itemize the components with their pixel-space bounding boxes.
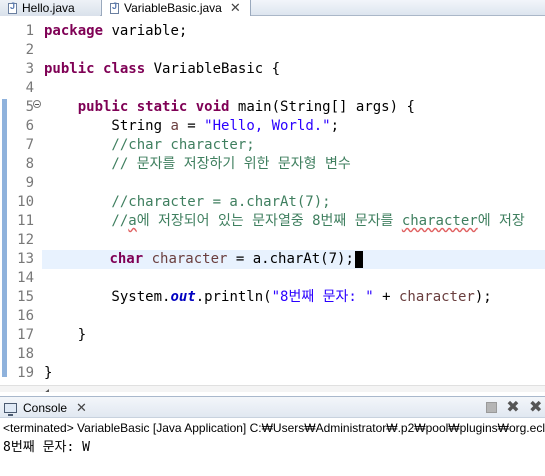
line-number: 11 (17, 213, 34, 229)
console-icon (4, 402, 17, 416)
console-status-line: <terminated> VariableBasic [Java Applica… (3, 421, 545, 435)
code-line: public static void main(String[] args) { (44, 98, 415, 117)
code-text: = a.charAt(7); (227, 251, 354, 267)
console-output[interactable]: 8번째 문자: W (0, 438, 545, 458)
line-number: 1 (25, 23, 34, 39)
variable: a (170, 118, 179, 134)
line-number: 18 (17, 346, 34, 362)
code-text: main(String[] args) { (229, 99, 415, 115)
console-tab-bar: Console ✕ ✖ ✖ (0, 396, 545, 418)
keyword: static (136, 99, 188, 115)
close-icon[interactable]: ✕ (76, 400, 87, 416)
code-area[interactable]: package variable; public class VariableB… (42, 17, 545, 392)
line-number: 4 (25, 80, 34, 96)
string-literal: "Hello, World." (204, 118, 331, 134)
line-number: 12 (17, 232, 34, 248)
line-number: 13 (17, 251, 34, 267)
console-tab-label: Console (23, 400, 68, 415)
keyword: package (44, 23, 104, 39)
tab-console[interactable]: Console ✕ (0, 397, 87, 418)
code-editor[interactable]: 1 2 3 4 5 6 7 8 9 10 11 12 13 14 15 16 1… (0, 17, 545, 392)
java-file-icon (8, 1, 17, 14)
current-line-highlight: char character = a.charAt(7); (42, 250, 545, 269)
line-number: 10 (17, 194, 34, 210)
keyword: class (103, 61, 146, 77)
code-text: = (178, 118, 205, 134)
editor-tab-bar: Hello.java VariableBasic.java ✕ (0, 0, 545, 16)
code-text: + (373, 289, 399, 305)
line-number: 14 (17, 270, 34, 286)
keyword: void (195, 99, 230, 115)
line-number: 9 (25, 175, 34, 191)
line-number: 7 (25, 137, 34, 153)
line-number: 15 (17, 289, 34, 305)
line-number: 8 (25, 156, 34, 172)
remove-all-terminated-button[interactable]: ✖ (529, 399, 543, 415)
comment-text: 에 저장되어 있는 문자열중 8번째 문자를 (136, 213, 402, 229)
code-text: VariableBasic { (145, 61, 281, 77)
line-number: 5 (25, 99, 34, 115)
change-marker (2, 99, 7, 377)
code-text: .println( (195, 289, 272, 305)
line-number: 16 (17, 308, 34, 324)
code-line: public class VariableBasic { (44, 60, 280, 79)
line-number: 3 (25, 61, 34, 77)
tab-label: Hello.java (22, 1, 75, 15)
keyword: public (44, 61, 95, 77)
comment-line: //a에 저장되어 있는 문자열중 8번째 문자를 character에 저장 (44, 212, 525, 231)
string-literal: "8번째 문자: " (271, 289, 374, 305)
code-line: package variable; (44, 22, 187, 41)
scroll-left-icon[interactable] (44, 389, 49, 392)
tab-label: VariableBasic.java (124, 1, 222, 15)
static-field: out (170, 289, 196, 305)
line-number: 17 (17, 327, 34, 343)
comment-text: 에 저장 (477, 213, 525, 229)
comment-line: //character = a.charAt(7); (44, 194, 331, 210)
variable: character (398, 289, 475, 305)
terminate-button[interactable] (486, 402, 497, 413)
java-file-icon (110, 1, 119, 14)
line-number: 2 (25, 42, 34, 58)
horizontal-scrollbar[interactable] (0, 385, 545, 392)
code-line: System.out.println("8번째 문자: " + characte… (44, 288, 492, 307)
spelling-flag: character (401, 213, 478, 229)
comment-line: // 문자를 저장하기 위한 문자형 변수 (44, 156, 351, 172)
code-text: variable; (103, 23, 188, 39)
variable: character (143, 251, 228, 267)
code-line: String a = "Hello, World."; (44, 117, 339, 136)
comment-line: //char character; (44, 137, 255, 153)
code-text: String (44, 118, 171, 134)
line-number-gutter: 1 2 3 4 5 6 7 8 9 10 11 12 13 14 15 16 1… (14, 17, 40, 392)
remove-launch-button[interactable]: ✖ (506, 399, 520, 415)
line-number: 6 (25, 118, 34, 134)
tab-hello-java[interactable]: Hello.java (0, 0, 100, 16)
code-text: ; (330, 118, 340, 134)
fold-collapse-icon[interactable] (33, 100, 41, 108)
tab-variablebasic-java[interactable]: VariableBasic.java ✕ (101, 0, 251, 16)
comment-text: // (44, 213, 129, 229)
keyword: char (109, 251, 144, 267)
text-cursor (354, 250, 363, 268)
line-number: 19 (17, 365, 34, 381)
spelling-flag: a (128, 213, 137, 229)
code-text: ); (474, 289, 492, 305)
keyword: public (77, 99, 129, 115)
close-icon[interactable]: ✕ (230, 0, 241, 16)
code-line: } (44, 327, 87, 343)
code-text: System. (44, 289, 171, 305)
code-line: } (44, 365, 53, 381)
